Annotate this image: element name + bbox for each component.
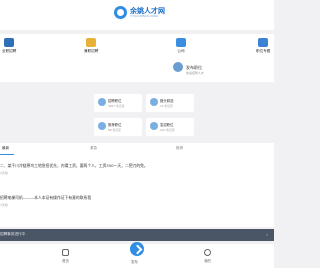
briefcase-icon [4,38,15,47]
chevron-right-icon: › [266,232,268,237]
clock-icon [86,38,97,47]
tab-latest[interactable]: 最新 [2,146,9,151]
quick-item-label: 职位专题 [256,49,271,53]
building-icon [176,38,186,47]
publish-subtitle: 快速招聘人才 [186,71,205,75]
list-item[interactable]: 招聘电梯司机———本人本证有操作证下有意的联系我 [0,195,91,201]
stat-card-title: 招聘职位 [108,99,122,103]
quick-item-fulltime[interactable]: 全职招聘 [2,38,16,54]
stat-card-title: 推荐职位 [108,123,122,127]
quick-item-company[interactable]: 公司 [176,38,186,54]
brand-logo[interactable]: 余姚人才网 YUYAO RENCAI WANG [114,6,165,19]
list-item-meta: 3天前 [0,203,8,207]
stat-card-subtitle: 210 条记录 [160,128,175,132]
nav-item-label: 我的 [204,259,211,263]
stat-card[interactable]: 招聘职位 3467 条记录 [94,94,142,112]
brand-tagline: YUYAO RENCAI WANG [130,15,159,18]
quick-item-label: 全职招聘 [2,49,17,53]
stat-card-title: 猎头精选 [160,99,174,103]
header: 余姚人才网 YUYAO RENCAI WANG [0,0,274,30]
quick-item-label: 兼职招聘 [84,49,99,53]
quick-item-topics[interactable]: 职位专题 [256,38,270,54]
nav-item-label: 首页 [62,259,69,263]
stat-card[interactable]: 猎头精选 12 条记录 [146,94,194,112]
job-list: 二、某千川冷链寒鸟工地急招优先，内場工资，要两个人，工资350一天，二把刀的免。… [0,155,274,227]
job-tabs: 最新 紧急 推荐 [0,143,274,155]
stat-card-title: 急招职位 [160,123,174,127]
nav-item-home[interactable]: 首页 [62,249,69,263]
quick-item-label: 公司 [177,49,185,53]
publish-fab-icon[interactable] [130,242,144,256]
list-item-meta: 2天前 [0,171,8,175]
tab-urgent[interactable]: 紧急 [90,146,97,151]
stat-card-subtitle: 3467 条记录 [108,104,125,108]
user-icon [204,249,211,256]
star-icon [258,38,269,47]
bottom-nav: 首页 发布 我的 [0,242,274,268]
stat-card-subtitle: 12 条记录 [160,104,173,108]
notice-text: 招聘事务进行中 [0,232,26,236]
notice-bar[interactable]: 招聘事务进行中 › [0,229,274,241]
stat-card-subtitle: 88 条记录 [108,128,121,132]
quick-item-parttime[interactable]: 兼职招聘 [84,38,98,54]
list-item[interactable]: 二、某千川冷链寒鸟工地急招优先，内場工资，要两个人，工资350一天，二把刀的免。 [0,163,148,169]
document-icon [98,98,106,106]
tab-recommended[interactable]: 推荐 [176,146,183,151]
nav-item-publish[interactable]: 发布 [131,257,138,264]
stat-cards: 招聘职位 3467 条记录 猎头精选 12 条记录 推荐职位 88 条记录 急招… [0,88,274,140]
brand-name: 余姚人才网 [130,7,165,15]
publish-left-panel [0,60,165,82]
logo-icon [114,6,127,19]
nav-item-label: 发布 [131,260,138,264]
home-icon [62,249,69,256]
thumb-icon [98,122,106,130]
nav-item-profile[interactable]: 我的 [204,249,211,263]
stat-card[interactable]: 推荐职位 88 条记录 [94,118,142,136]
stat-card[interactable]: 急招职位 210 条记录 [146,118,194,136]
alarm-icon [150,122,158,130]
user-icon [150,98,158,106]
megaphone-icon [173,62,183,72]
